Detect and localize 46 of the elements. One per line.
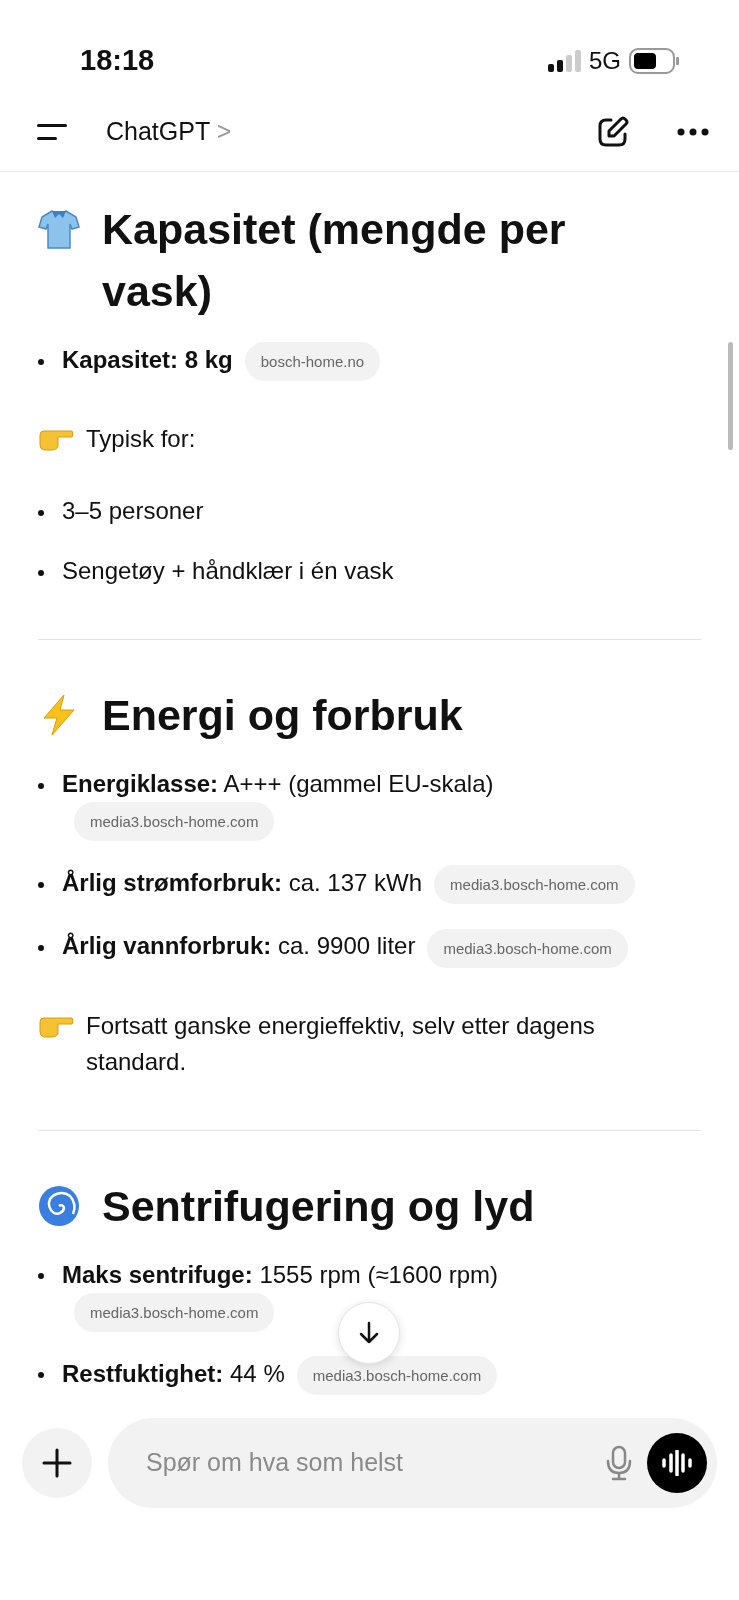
status-time: 18:18 — [80, 43, 155, 79]
list-item-text: Restfuktighet: 44 % — [62, 1359, 285, 1387]
note-text: Typisk for: — [86, 424, 196, 455]
list-item-text: Maks sentrifuge: 1555 rpm (≈1600 rpm) — [62, 1260, 498, 1288]
shirt-icon — [38, 208, 80, 250]
source-link[interactable]: media3.bosch-home.com — [434, 865, 635, 905]
more-icon[interactable] — [677, 127, 709, 136]
pointing-hand-icon — [38, 427, 74, 452]
bullet-icon — [38, 509, 44, 516]
arrow-down-icon — [358, 1321, 380, 1345]
voice-button[interactable] — [647, 1433, 707, 1493]
list-item-text: Energiklasse: A+++ (gammel EU-skala) — [62, 770, 494, 798]
composer-bar[interactable]: Spør om hva som helst — [108, 1418, 717, 1508]
bullet-icon — [38, 1273, 44, 1280]
spiral-icon — [38, 1184, 80, 1227]
source-link[interactable]: media3.bosch-home.com — [74, 1292, 275, 1332]
source-link[interactable]: bosch-home.no — [244, 342, 381, 382]
source-link[interactable]: media3.bosch-home.com — [296, 1355, 498, 1395]
bullet-icon — [38, 881, 44, 888]
signal-icon — [547, 49, 581, 73]
plus-icon — [42, 1448, 72, 1478]
bullet-icon — [38, 569, 44, 576]
chat-title-button[interactable]: ChatGPT > — [106, 112, 232, 151]
section-heading: Kapasitet (mengde per vask) — [102, 204, 567, 317]
waveform-icon — [661, 1450, 693, 1476]
scroll-down-button[interactable] — [338, 1302, 400, 1364]
menu-icon[interactable] — [36, 122, 68, 141]
section-heading: Energi og forbruk — [102, 690, 463, 742]
list-item-text: Årlig vannforbruk: ca. 9900 liter — [62, 932, 416, 960]
bullet-icon — [38, 1372, 44, 1379]
microphone-icon[interactable] — [605, 1445, 633, 1481]
edit-icon[interactable] — [597, 115, 629, 148]
section-heading: Sentrifugering og lyd — [102, 1180, 535, 1232]
message-input[interactable]: Spør om hva som helst — [144, 1443, 591, 1483]
list-item-text: Sengetøy + håndklær i én vask — [62, 557, 394, 585]
source-link[interactable]: media3.bosch-home.com — [427, 928, 628, 968]
network-label: 5G — [589, 46, 621, 76]
bullet-icon — [38, 945, 44, 952]
list-item-text: Årlig strømforbruk: ca. 137 kWh — [62, 869, 423, 897]
battery-icon — [629, 48, 679, 74]
source-link[interactable]: media3.bosch-home.com — [74, 802, 275, 842]
list-item-text: Kapasitet: 8 kg — [62, 346, 233, 373]
note-text: Fortsatt ganske energieffektiv, selv etter dagens standard. — [86, 1010, 596, 1077]
list-item-text: 3–5 personer — [62, 497, 204, 525]
bullet-icon — [38, 358, 44, 365]
bullet-icon — [38, 782, 44, 789]
